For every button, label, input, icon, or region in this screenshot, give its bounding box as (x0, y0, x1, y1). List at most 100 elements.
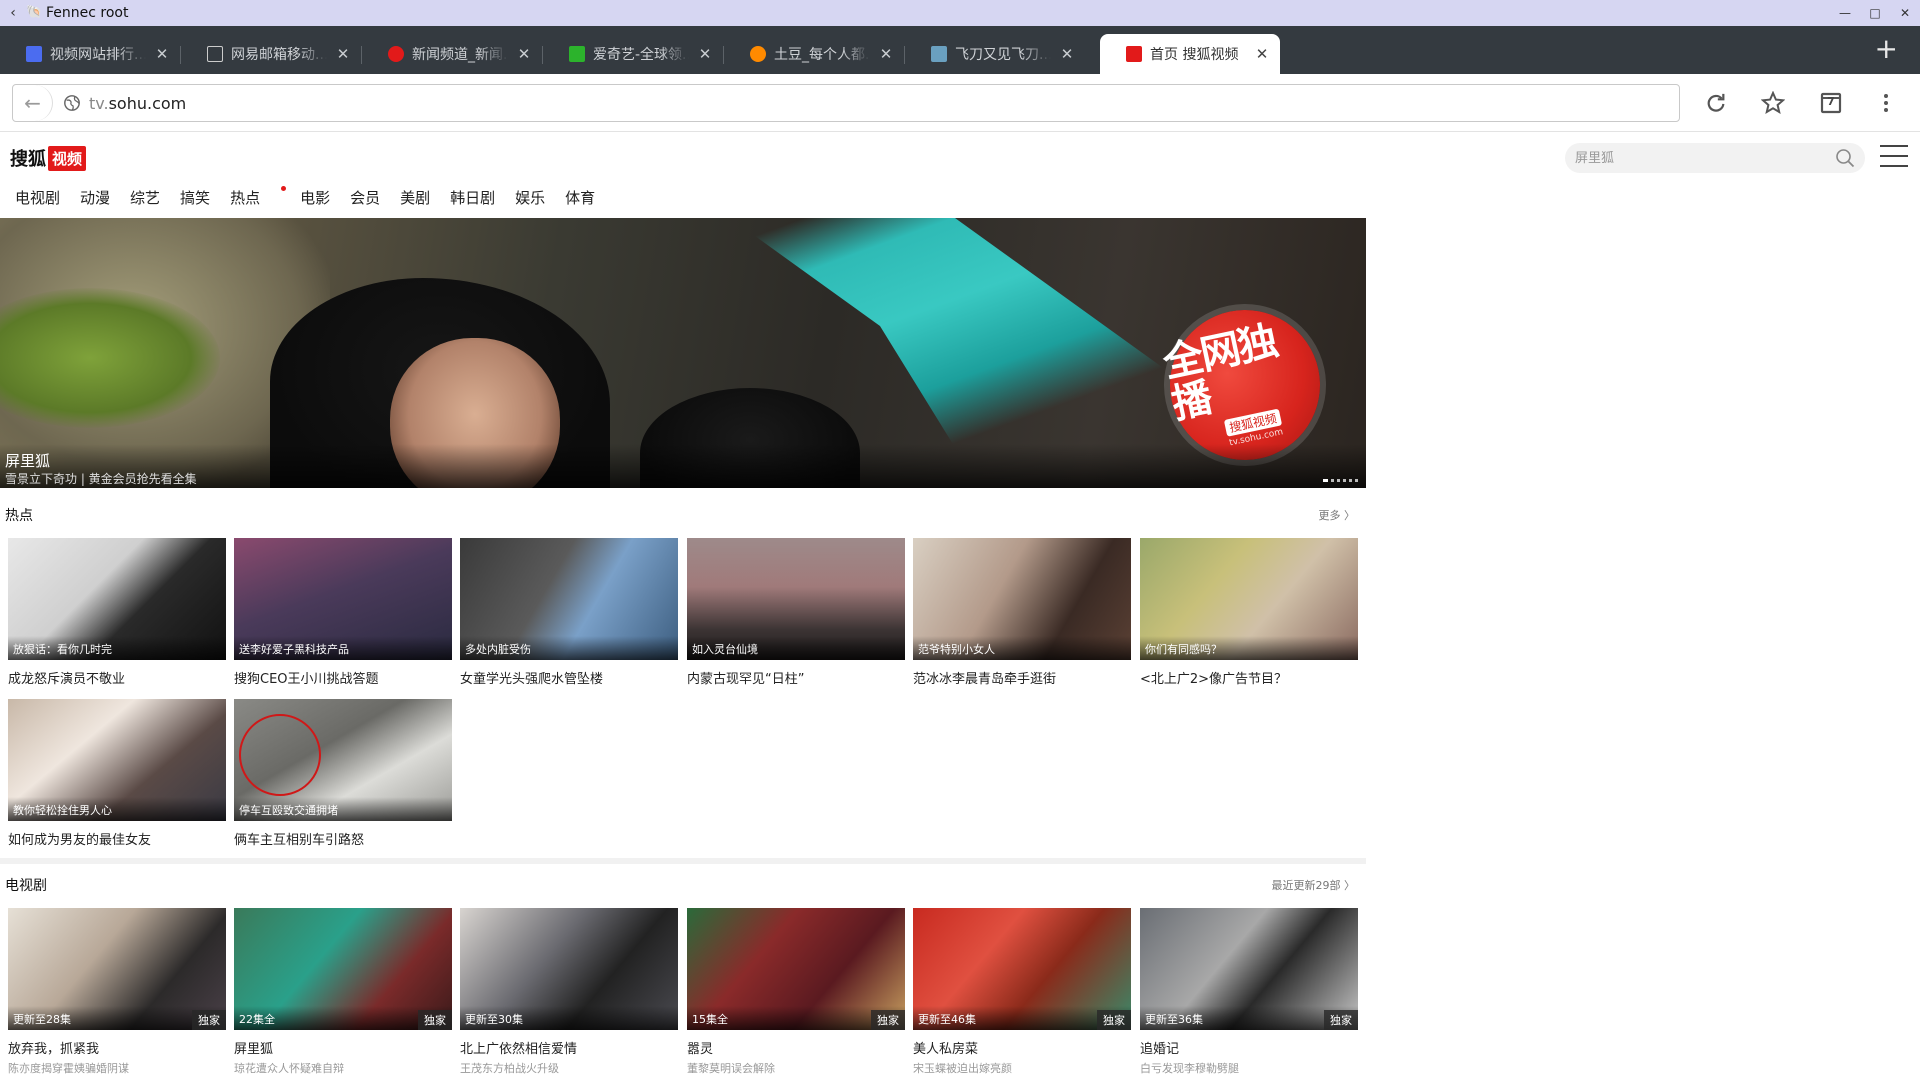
series-title[interactable]: 追婚记 (1140, 1038, 1358, 1057)
hamburger-menu-icon[interactable] (1880, 145, 1908, 167)
nav-item[interactable]: 体育 (565, 187, 595, 208)
video-card[interactable]: 你们有同感吗？ <北上广2>像广告节目？ (1140, 538, 1358, 687)
tab-close-icon[interactable]: ✕ (335, 45, 351, 63)
nav-item[interactable]: 电影 (300, 187, 330, 208)
back-arrow-icon[interactable]: ‹ (0, 5, 26, 21)
nav-item[interactable]: 韩日剧 (450, 187, 495, 208)
tab-label: 新闻频道_新闻... (412, 47, 508, 63)
series-title[interactable]: 屏里狐 (234, 1038, 452, 1057)
video-card[interactable]: 送李好爱子黑科技产品 搜狗CEO王小川挑战答题 (234, 538, 452, 687)
tab-close-icon[interactable]: ✕ (154, 45, 170, 63)
nav-item[interactable]: 会员 (350, 187, 380, 208)
nav-item[interactable]: 美剧 (400, 187, 430, 208)
browser-tab[interactable]: 视频网站排行... ✕ (0, 34, 180, 74)
series-subtitle: 董黎莫明误会解除 (687, 1062, 775, 1075)
video-card[interactable]: 停车互殴致交通拥堵 俩车主互相别车引路怒 (234, 699, 452, 848)
series-card[interactable]: 更新至46集 独家 美人私房菜 宋玉蝶被迫出嫁亮颜 (913, 908, 1131, 1076)
more-link[interactable]: 最近更新29部 〉 (1272, 877, 1356, 893)
browser-tab-active[interactable]: 首页 搜狐视频 ✕ (1100, 34, 1280, 74)
minimize-icon[interactable]: — (1830, 0, 1860, 26)
tab-label: 爱奇艺-全球领... (593, 47, 689, 63)
nav-item[interactable]: 搞笑 (180, 187, 210, 208)
series-thumbnail[interactable]: 15集全 独家 (687, 908, 905, 1030)
series-thumbnail[interactable]: 更新至28集 独家 (8, 908, 226, 1030)
series-subtitle: 陈亦度揭穿霍姨骗婚阴谋 (8, 1062, 129, 1075)
video-thumbnail[interactable]: 如入灵台仙境 (687, 538, 905, 660)
browser-tab[interactable]: 土豆_每个人都... ✕ (724, 34, 904, 74)
menu-kebab-icon[interactable] (1873, 90, 1899, 116)
hot-section-header: 热点 更多 〉 (5, 505, 1355, 525)
tabs-counter-icon[interactable]: 7 (1818, 90, 1844, 116)
video-thumbnail[interactable]: 教你轻松拴住男人心 (8, 699, 226, 821)
nav-item[interactable]: 娱乐 (515, 187, 545, 208)
series-thumbnail[interactable]: 更新至36集 独家 (1140, 908, 1358, 1030)
browser-tab[interactable]: 网易邮箱移动... ✕ (181, 34, 361, 74)
site-search[interactable] (1565, 143, 1865, 173)
video-thumbnail[interactable]: 多处内脏受伤 (460, 538, 678, 660)
video-thumbnail[interactable]: 停车互殴致交通拥堵 (234, 699, 452, 821)
nav-item[interactable]: 动漫 (80, 187, 110, 208)
tab-close-icon[interactable]: ✕ (878, 45, 894, 63)
maximize-icon[interactable]: □ (1860, 0, 1890, 26)
bookmark-star-icon[interactable] (1760, 90, 1786, 116)
series-card[interactable]: 更新至28集 独家 放弃我，抓紧我 陈亦度揭穿霍姨骗婚阴谋 (8, 908, 226, 1076)
video-thumbnail[interactable]: 放狠话：看你几时完 (8, 538, 226, 660)
nav-item[interactable]: 电视剧 (15, 187, 60, 208)
video-thumbnail[interactable]: 你们有同感吗？ (1140, 538, 1358, 660)
video-title[interactable]: 搜狗CEO王小川挑战答题 (234, 668, 452, 687)
video-card[interactable]: 放狠话：看你几时完 成龙怒斥演员不敬业 (8, 538, 226, 687)
sohu-video-logo[interactable]: 搜狐 视频 (10, 145, 87, 171)
nav-item-hot[interactable]: 热点 (230, 186, 287, 208)
nav-item[interactable]: 综艺 (130, 187, 160, 208)
search-input[interactable] (1575, 150, 1835, 166)
more-link[interactable]: 更多 〉 (1319, 507, 1356, 523)
series-card[interactable]: 15集全 独家 嚣灵 董黎莫明误会解除 (687, 908, 905, 1076)
video-title[interactable]: 范冰冰李晨青岛牵手逛街 (913, 668, 1131, 687)
tab-label: 首页 搜狐视频 (1150, 47, 1239, 63)
globe-icon (64, 95, 80, 111)
tab-close-icon[interactable]: ✕ (516, 45, 532, 63)
tab-favicon-icon (1126, 46, 1142, 62)
series-card[interactable]: 更新至30集 北上广依然相信爱情 王茂东方柏战火升级 (460, 908, 678, 1076)
video-card[interactable]: 如入灵台仙境 内蒙古现罕见“日柱” (687, 538, 905, 687)
video-card[interactable]: 多处内脏受伤 女童学光头强爬水管坠楼 (460, 538, 678, 687)
video-thumbnail[interactable]: 送李好爱子黑科技产品 (234, 538, 452, 660)
back-button[interactable]: ← (13, 85, 53, 121)
new-tab-plus-icon[interactable]: + (1875, 34, 1898, 64)
window-controls: — □ ✕ (1830, 0, 1920, 26)
series-card[interactable]: 更新至36集 独家 追婚记 白亏发现李穆勒劈腿 (1140, 908, 1358, 1076)
reload-icon[interactable] (1703, 90, 1729, 116)
video-title[interactable]: 内蒙古现罕见“日柱” (687, 668, 905, 687)
site-header: 搜狐视频 电视剧 动漫 综艺 搞笑 热点 电影 会员 美剧 韩日剧 娱乐 体育 (0, 133, 1920, 217)
exclusive-badge: 独家 (1324, 1010, 1358, 1030)
series-thumbnail[interactable]: 更新至30集 (460, 908, 678, 1030)
hero-banner[interactable]: 全网独播 搜狐视频 tv.sohu.com 屏里狐 雪景立下奇功 | 黄金会员抢… (0, 218, 1366, 488)
tab-close-icon[interactable]: ✕ (697, 45, 713, 63)
video-title[interactable]: <北上广2>像广告节目？ (1140, 668, 1358, 687)
series-subtitle: 宋玉蝶被迫出嫁亮颜 (913, 1062, 1012, 1075)
url-bar[interactable]: ← tv.sohu.com (12, 84, 1680, 122)
video-card[interactable]: 教你轻松拴住男人心 如何成为男友的最佳女友 (8, 699, 226, 848)
browser-tab[interactable]: 爱奇艺-全球领... ✕ (543, 34, 723, 74)
carousel-indicator[interactable] (1323, 479, 1358, 482)
series-title[interactable]: 嚣灵 (687, 1038, 905, 1057)
video-thumbnail[interactable]: 范爷特别小女人 (913, 538, 1131, 660)
series-thumbnail[interactable]: 更新至46集 独家 (913, 908, 1131, 1030)
tab-close-icon[interactable]: ✕ (1254, 45, 1270, 63)
video-title[interactable]: 如何成为男友的最佳女友 (8, 829, 226, 848)
close-window-icon[interactable]: ✕ (1890, 0, 1920, 26)
series-card[interactable]: 22集全 独家 屏里狐 琼花遭众人怀疑难自辩 (234, 908, 452, 1076)
video-title[interactable]: 女童学光头强爬水管坠楼 (460, 668, 678, 687)
url-text[interactable]: tv.sohu.com (89, 94, 186, 113)
search-icon[interactable] (1835, 148, 1855, 168)
series-thumbnail[interactable]: 22集全 独家 (234, 908, 452, 1030)
series-title[interactable]: 北上广依然相信爱情 (460, 1038, 678, 1057)
video-title[interactable]: 成龙怒斥演员不敬业 (8, 668, 226, 687)
browser-tab[interactable]: 飞刀又见飞刀... ✕ (905, 34, 1085, 74)
series-title[interactable]: 放弃我，抓紧我 (8, 1038, 226, 1057)
video-title[interactable]: 俩车主互相别车引路怒 (234, 829, 452, 848)
browser-tab[interactable]: 新闻频道_新闻... ✕ (362, 34, 542, 74)
series-title[interactable]: 美人私房菜 (913, 1038, 1131, 1057)
video-card[interactable]: 范爷特别小女人 范冰冰李晨青岛牵手逛街 (913, 538, 1131, 687)
tab-close-icon[interactable]: ✕ (1059, 45, 1075, 63)
